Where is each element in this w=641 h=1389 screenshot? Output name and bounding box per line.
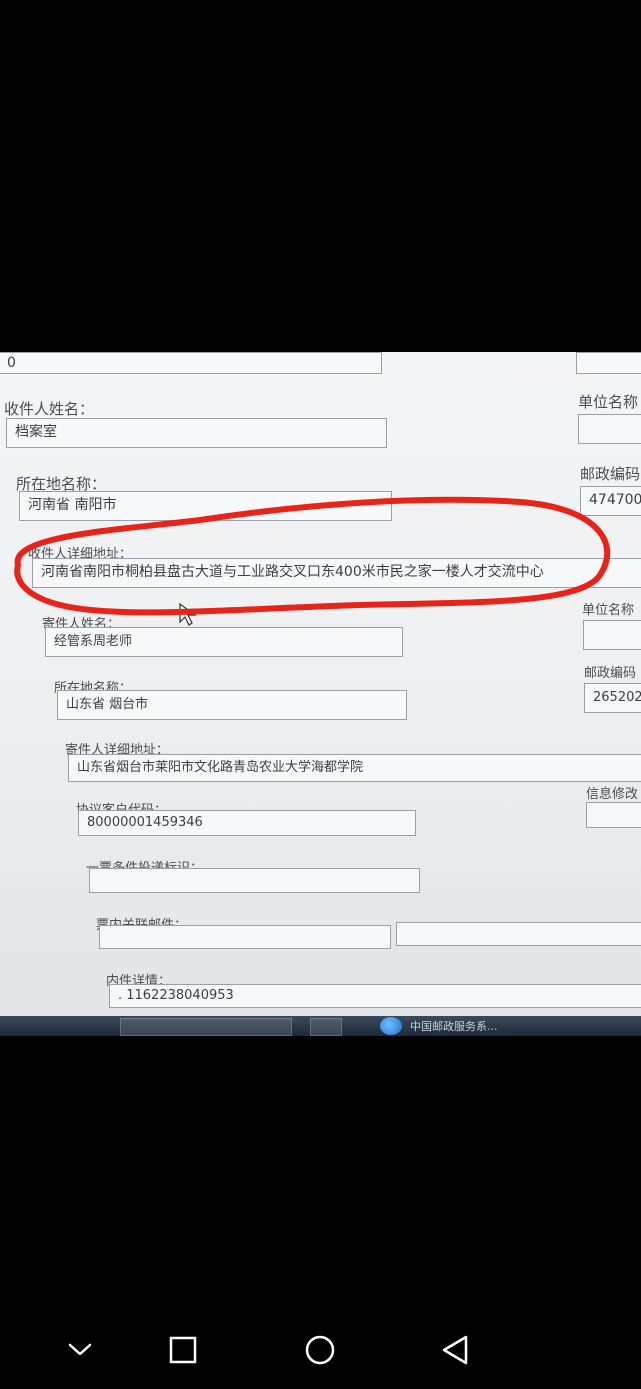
related-mail-field-2[interactable] bbox=[396, 922, 641, 946]
related-mail-field-1[interactable] bbox=[99, 925, 391, 949]
monitor-photo: 0 收件人姓名： 档案室 单位名称 所在地名称： 河南省 南阳市 邮政编码 47… bbox=[0, 352, 641, 1036]
postal-code-field-2[interactable]: 265202 bbox=[584, 683, 641, 713]
taskbar-item[interactable] bbox=[310, 1018, 342, 1036]
unit-name-label-1: 单位名称 bbox=[578, 393, 639, 411]
home-circle-icon[interactable] bbox=[290, 1330, 350, 1370]
back-triangle-icon[interactable] bbox=[426, 1330, 486, 1370]
multi-piece-field[interactable] bbox=[89, 868, 420, 893]
sender-name-field[interactable]: 经管系周老师 bbox=[45, 627, 403, 657]
browser-icon[interactable] bbox=[380, 1017, 402, 1035]
inner-detail-field[interactable]: . 1162238040953 bbox=[109, 984, 641, 1008]
postal-code-label-2: 邮政编码 bbox=[584, 666, 637, 681]
windows-taskbar: 中国邮政服务系... bbox=[0, 1016, 641, 1036]
recipient-name-label: 收件人姓名： bbox=[4, 400, 95, 418]
sender-address-field[interactable]: 山东省烟台市莱阳市文化路青岛农业大学海都学院 bbox=[68, 754, 641, 782]
taskbar-window-title[interactable]: 中国邮政服务系... bbox=[410, 1018, 498, 1034]
postal-code-label-1: 邮政编码 bbox=[580, 465, 641, 483]
sender-location-field[interactable]: 山东省 烟台市 bbox=[57, 690, 407, 720]
unit-name-field-1[interactable] bbox=[578, 414, 641, 444]
android-navigation-bar bbox=[0, 1310, 641, 1389]
taskbar-item[interactable] bbox=[120, 1018, 292, 1036]
top-right-field[interactable] bbox=[576, 352, 641, 374]
red-circle-annotation bbox=[14, 496, 611, 616]
agreement-code-field[interactable]: 80000001459346 bbox=[78, 810, 416, 836]
top-field[interactable]: 0 bbox=[0, 352, 382, 374]
info-modify-field[interactable] bbox=[586, 802, 641, 828]
recents-square-icon[interactable] bbox=[153, 1330, 213, 1370]
chevron-down-icon[interactable] bbox=[50, 1330, 110, 1370]
recipient-name-field[interactable]: 档案室 bbox=[6, 418, 387, 448]
info-modify-label: 信息修改 bbox=[586, 787, 639, 802]
